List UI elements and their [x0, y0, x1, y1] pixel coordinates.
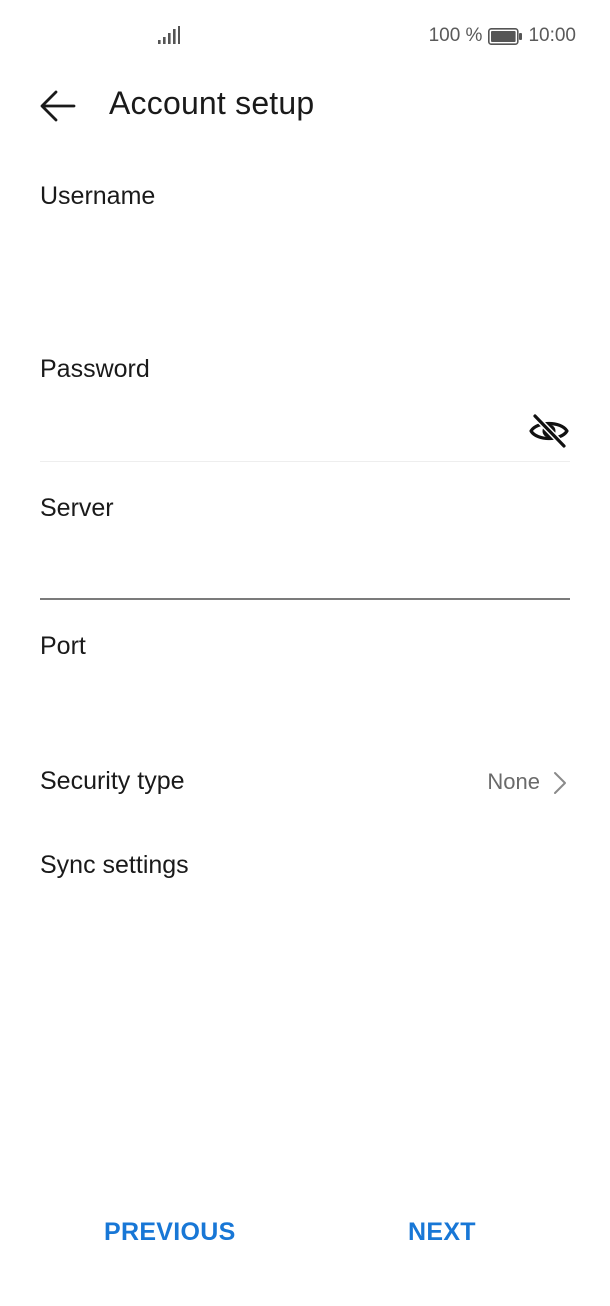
app-header: Account setup [0, 72, 610, 140]
signal-bars-icon [158, 26, 180, 44]
arrow-left-icon[interactable] [38, 88, 78, 124]
next-button[interactable]: NEXT [408, 1218, 476, 1247]
account-setup-screen: 100 % 10:00 Account setup Username Passw… [0, 0, 610, 1306]
username-label: Username [40, 182, 156, 210]
battery-full-icon [488, 27, 523, 45]
page-title: Account setup [109, 85, 315, 121]
password-label: Password [40, 355, 150, 383]
chevron-right-icon [554, 772, 566, 794]
sync-settings-row[interactable]: Sync settings [40, 851, 570, 887]
port-input[interactable] [40, 684, 570, 730]
password-divider [40, 461, 570, 462]
security-type-value: None [487, 769, 540, 794]
password-input[interactable] [40, 408, 520, 454]
eye-off-icon[interactable] [528, 412, 570, 450]
username-input[interactable] [40, 232, 570, 278]
server-label: Server [40, 494, 114, 522]
security-type-row[interactable]: Security type None [40, 767, 570, 803]
status-bar: 100 % 10:00 [0, 0, 610, 72]
clock: 10:00 [528, 25, 576, 46]
server-input[interactable] [40, 546, 570, 592]
security-type-label: Security type [40, 767, 185, 795]
sync-settings-label: Sync settings [40, 851, 189, 879]
port-label: Port [40, 632, 86, 660]
status-right: 100 % 10:00 [429, 24, 576, 48]
previous-button[interactable]: PREVIOUS [104, 1218, 236, 1247]
battery-percentage: 100 % [428, 25, 483, 46]
server-underline [40, 598, 570, 600]
